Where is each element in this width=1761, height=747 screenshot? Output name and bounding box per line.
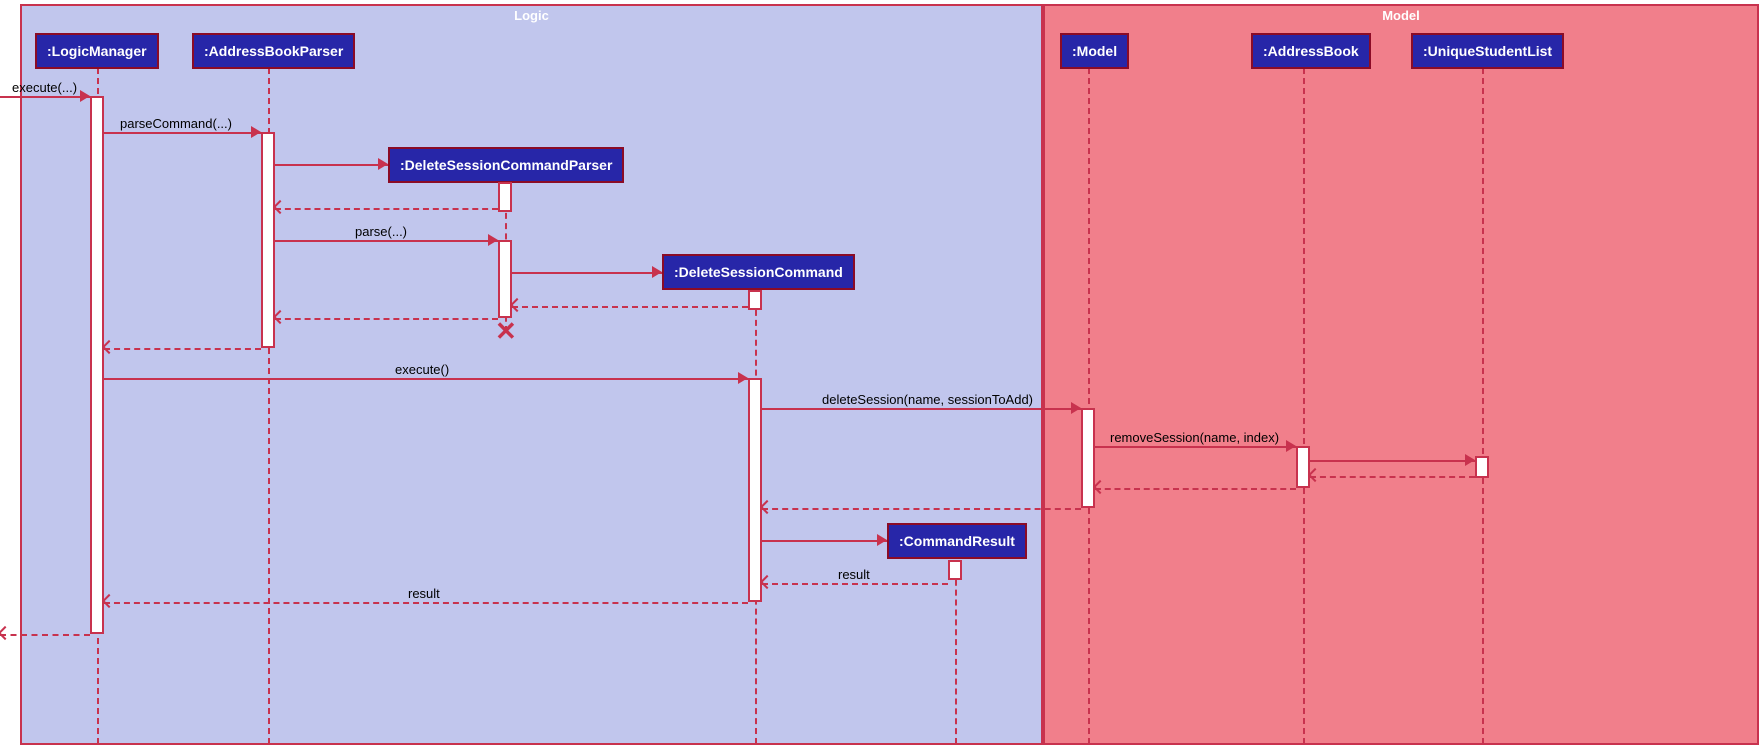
destroy-dscp: ✕ [495,316,517,347]
participant-deletesessioncommandparser: :DeleteSessionCommandParser [388,147,624,183]
participant-model: :Model [1060,33,1129,69]
arrow-return-dsc [512,306,748,308]
arrow-return-dscp [275,208,498,210]
arrowhead-parse [488,234,498,246]
activation-dscp-2 [498,240,512,318]
participant-deletesessioncommand: :DeleteSessionCommand [662,254,855,290]
arrowhead-create-cr [877,534,887,546]
arrow-return-model [762,508,1081,510]
label-deletesession: deleteSession(name, sessionToAdd) [822,392,1033,407]
model-region: Model [1043,4,1759,745]
arrow-return-cr [762,583,948,585]
arrow-deletesession [762,408,1081,410]
arrow-execute-in [0,96,90,98]
activation-dsc-2 [748,378,762,602]
label-removesession: removeSession(name, index) [1110,430,1279,445]
activation-model [1081,408,1095,508]
sequence-diagram: Logic Model :LogicManager :AddressBookPa… [0,0,1761,747]
lifeline-commandresult [955,560,957,744]
lifeline-model [1088,68,1090,744]
arrow-execute [104,378,748,380]
label-execute: execute() [395,362,449,377]
label-result2: result [408,586,440,601]
arrow-return-dscp2 [275,318,498,320]
model-region-title: Model [1045,8,1757,23]
arrowhead-parsecommand [251,126,261,138]
arrow-return-out [0,634,90,636]
arrowhead-create-dscp [378,158,388,170]
arrow-parsecommand [104,132,261,134]
arrow-create-cr [762,540,887,542]
arrow-removesession [1095,446,1296,448]
arrowhead-return-out [0,626,12,640]
activation-uniquestudentlist [1475,456,1489,478]
arrowhead-deletesession [1071,402,1081,414]
arrow-return-dsc-lm [104,602,748,604]
arrow-return-abp [104,348,261,350]
arrow-create-dscp [275,164,388,166]
arrowhead-removesession [1286,440,1296,452]
activation-commandresult [948,560,962,580]
arrowhead-execute [738,372,748,384]
participant-addressbookparser: :AddressBookParser [192,33,355,69]
arrow-parse [275,240,498,242]
activation-logicmanager [90,96,104,634]
arrowhead-create-dsc [652,266,662,278]
logic-region-title: Logic [22,8,1041,23]
participant-uniquestudentlist: :UniqueStudentList [1411,33,1564,69]
participant-addressbook: :AddressBook [1251,33,1371,69]
activation-addressbook [1296,446,1310,488]
participant-commandresult: :CommandResult [887,523,1027,559]
activation-dsc-1 [748,290,762,310]
label-execute-in: execute(...) [12,80,77,95]
arrowhead-to-usl [1465,454,1475,466]
activation-dscp-1 [498,182,512,212]
label-parse: parse(...) [355,224,407,239]
label-parsecommand: parseCommand(...) [120,116,232,131]
arrow-to-usl [1310,460,1475,462]
lifeline-uniquestudentlist [1482,68,1484,744]
arrow-return-usl [1310,476,1475,478]
participant-logicmanager: :LogicManager [35,33,159,69]
arrow-create-dsc [512,272,662,274]
arrow-return-ab [1095,488,1296,490]
lifeline-addressbook [1303,68,1305,744]
label-result1: result [838,567,870,582]
arrowhead-execute-in [80,90,90,102]
